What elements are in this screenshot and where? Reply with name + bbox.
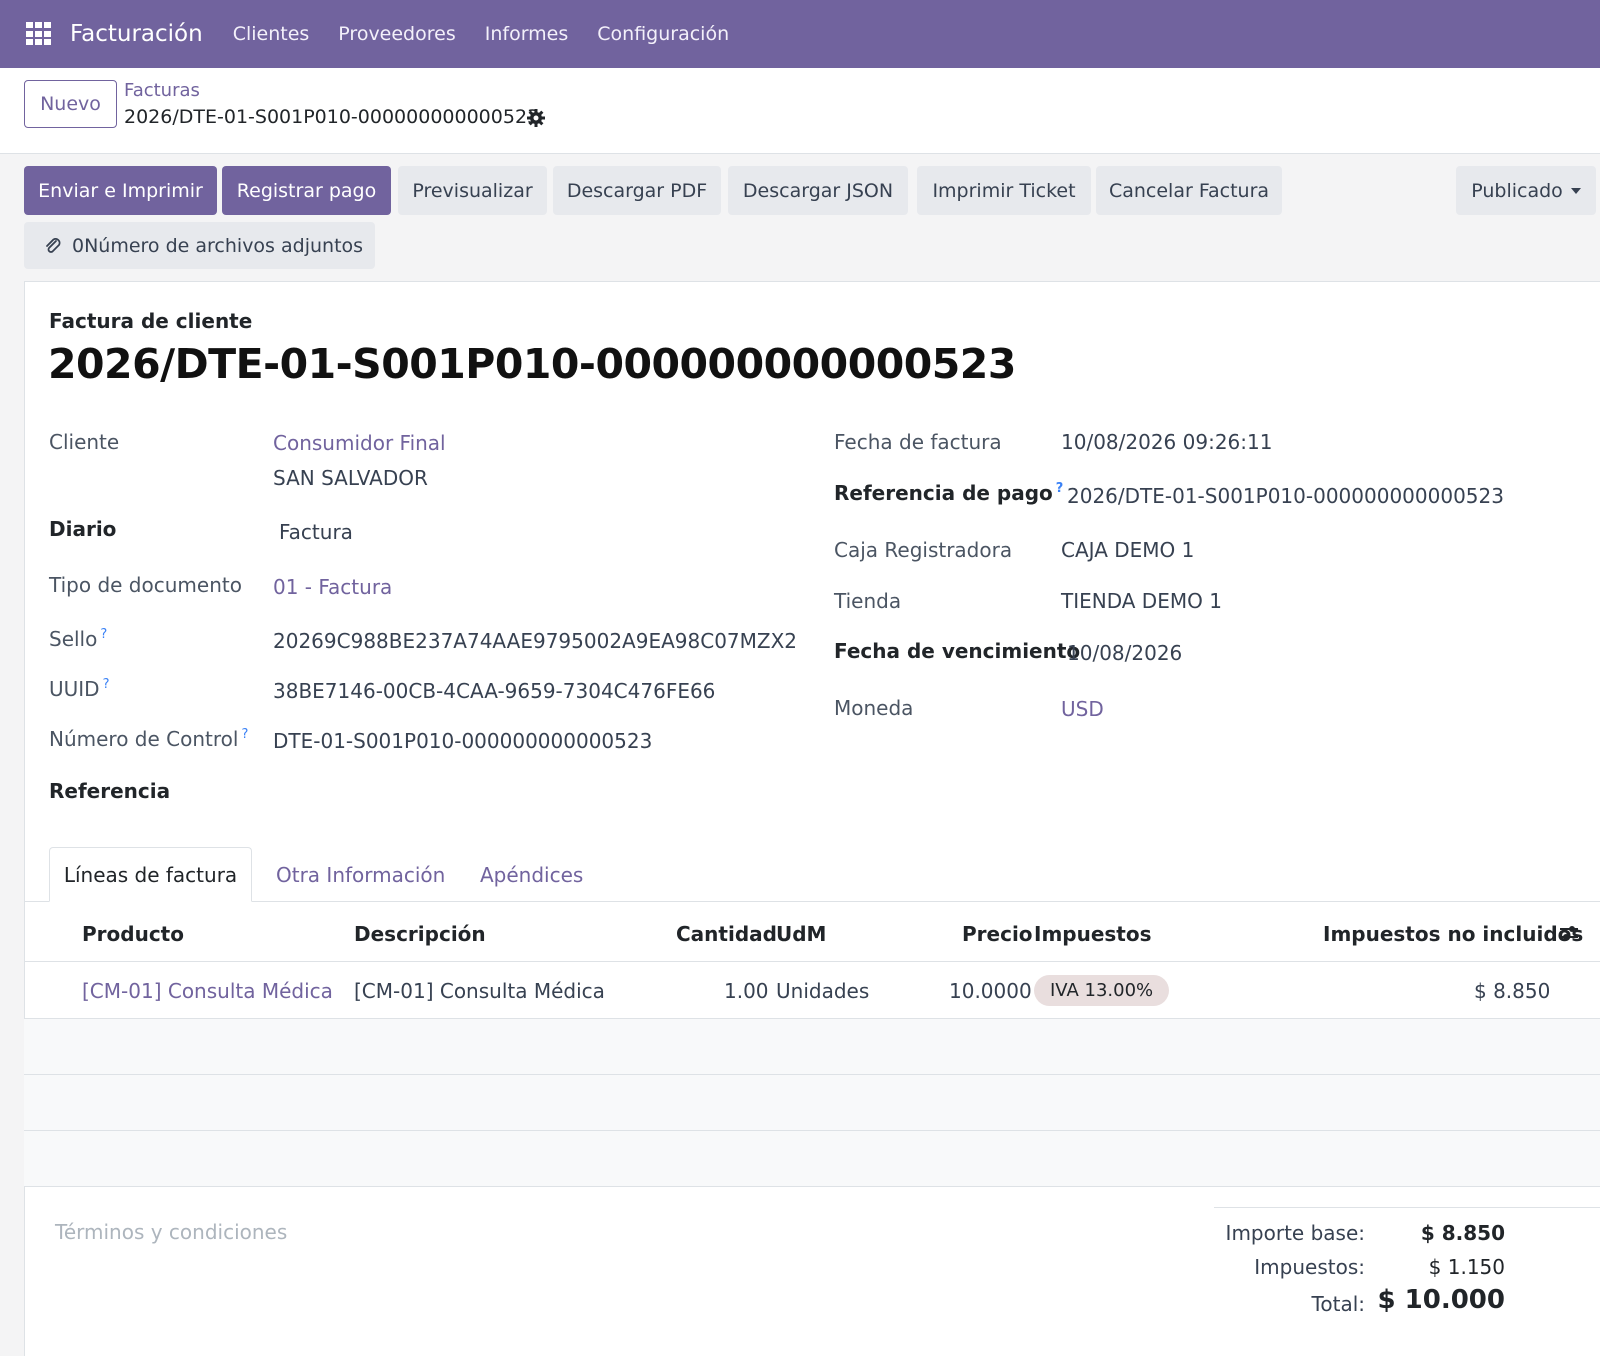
empty-row[interactable] xyxy=(24,1019,1600,1074)
base-amount-value: $ 8.850 xyxy=(1420,1221,1505,1245)
line-subtotal: $ 8.850 xyxy=(1474,979,1551,1003)
total-value: $ 10.000 xyxy=(1377,1285,1505,1315)
send-print-button[interactable]: Enviar e Imprimir xyxy=(24,166,217,215)
page-title: 2026/DTE-01-S001P010-000000000000523 xyxy=(48,340,1016,388)
menu-configuracion[interactable]: Configuración xyxy=(597,23,729,45)
tipo-documento-label: Tipo de documento xyxy=(49,573,242,597)
column-header-descripcion[interactable]: Descripción xyxy=(354,922,486,946)
tax-amount-value: $ 1.150 xyxy=(1428,1255,1505,1279)
line-producto[interactable]: [CM-01] Consulta Médica xyxy=(82,979,333,1003)
optional-columns-icon[interactable] xyxy=(1558,922,1580,944)
menu-informes[interactable]: Informes xyxy=(485,23,569,45)
row-divider xyxy=(24,1186,1600,1187)
caret-down-icon xyxy=(1570,187,1581,194)
status-label: Publicado xyxy=(1471,179,1563,202)
breadcrumb-parent[interactable]: Facturas xyxy=(124,80,200,101)
gear-icon[interactable] xyxy=(526,108,546,128)
fecha-vencimiento-label: Fecha de vencimiento xyxy=(834,639,1081,663)
print-ticket-button[interactable]: Imprimir Ticket xyxy=(917,166,1091,215)
attachments-label: 0Número de archivos adjuntos xyxy=(72,234,364,257)
cliente-label: Cliente xyxy=(49,430,120,454)
referencia-pago-label: Referencia de pago? xyxy=(834,481,1064,505)
top-navbar: Facturación Clientes Proveedores Informe… xyxy=(0,0,1600,68)
referencia-pago-field[interactable]: 2026/DTE-01-S001P010-000000000000523 xyxy=(1067,484,1504,508)
tabs-divider xyxy=(24,901,1600,902)
control-panel: Nuevo Facturas 2026/DTE-01-S001P010-0000… xyxy=(0,68,1600,154)
totals-divider xyxy=(1214,1207,1600,1208)
numero-control-label: Número de Control? xyxy=(49,727,249,751)
tab-lineas-factura[interactable]: Líneas de factura xyxy=(49,847,252,902)
new-button[interactable]: Nuevo xyxy=(24,80,117,128)
moneda-label: Moneda xyxy=(834,696,914,720)
column-header-impuestos[interactable]: Impuestos xyxy=(1034,922,1152,946)
tab-apendices[interactable]: Apéndices xyxy=(480,847,583,902)
tab-otra-informacion[interactable]: Otra Información xyxy=(276,847,445,902)
help-icon[interactable]: ? xyxy=(1056,481,1064,496)
column-header-producto[interactable]: Producto xyxy=(82,922,184,946)
line-udm[interactable]: Unidades xyxy=(776,979,869,1003)
caja-registradora-field[interactable]: CAJA DEMO 1 xyxy=(1061,538,1194,562)
tax-badge[interactable]: IVA 13.00% xyxy=(1034,975,1170,1006)
fecha-vencimiento-field[interactable]: 10/08/2026 xyxy=(1067,641,1182,665)
caja-registradora-label: Caja Registradora xyxy=(834,538,1013,562)
empty-row[interactable] xyxy=(24,1075,1600,1130)
preview-button[interactable]: Previsualizar xyxy=(398,166,547,215)
sello-field: 20269C988BE237A74AAE9795002A9EA98C07MZX2 xyxy=(273,629,798,653)
numero-control-field: DTE-01-S001P010-000000000000523 xyxy=(273,729,653,753)
base-amount-label: Importe base: xyxy=(1225,1221,1365,1245)
column-header-subtotal[interactable]: Impuestos no incluidos xyxy=(1323,922,1583,946)
fecha-factura-field[interactable]: 10/08/2026 09:26:11 xyxy=(1061,430,1272,454)
attachments-button[interactable]: 0Número de archivos adjuntos xyxy=(24,222,375,269)
terms-conditions-field[interactable]: Términos y condiciones xyxy=(55,1220,287,1244)
uuid-field: 38BE7146-00CB-4CAA-9659-7304C476FE66 xyxy=(273,679,716,703)
diario-field[interactable]: Factura xyxy=(279,520,353,544)
tax-amount-label: Impuestos: xyxy=(1254,1255,1365,1279)
help-icon[interactable]: ? xyxy=(100,627,107,642)
diario-label: Diario xyxy=(49,517,117,541)
app-name[interactable]: Facturación xyxy=(70,21,203,47)
tienda-field[interactable]: TIENDA DEMO 1 xyxy=(1061,589,1222,613)
empty-row[interactable] xyxy=(24,1131,1600,1186)
cancel-invoice-button[interactable]: Cancelar Factura xyxy=(1096,166,1282,215)
help-icon[interactable]: ? xyxy=(103,677,110,692)
sello-label: Sello? xyxy=(49,627,108,651)
column-header-udm[interactable]: UdM xyxy=(776,922,826,946)
uuid-label: UUID? xyxy=(49,677,110,701)
menu-clientes[interactable]: Clientes xyxy=(233,23,310,45)
download-pdf-button[interactable]: Descargar PDF xyxy=(553,166,721,215)
document-type: Factura de cliente xyxy=(49,309,253,333)
paperclip-icon xyxy=(46,237,61,253)
total-label: Total: xyxy=(1311,1292,1365,1316)
line-cantidad[interactable]: 1.00 xyxy=(724,979,769,1003)
cliente-address: SAN SALVADOR xyxy=(273,466,428,490)
tienda-label: Tienda xyxy=(834,589,902,613)
tipo-documento-field[interactable]: 01 - Factura xyxy=(273,575,392,599)
header-divider xyxy=(24,961,1600,962)
fecha-factura-label: Fecha de factura xyxy=(834,430,1002,454)
column-header-precio[interactable]: Precio xyxy=(962,922,1033,946)
help-icon[interactable]: ? xyxy=(241,727,248,742)
cliente-field[interactable]: Consumidor Final xyxy=(273,431,446,455)
line-precio[interactable]: 10.0000 xyxy=(949,979,1032,1003)
referencia-label: Referencia xyxy=(49,779,171,803)
breadcrumb-current: 2026/DTE-01-S001P010-000000000000523 xyxy=(124,106,540,128)
apps-menu-icon[interactable] xyxy=(26,22,52,46)
menu-proveedores[interactable]: Proveedores xyxy=(338,23,455,45)
status-dropdown[interactable]: Publicado xyxy=(1456,166,1596,215)
moneda-field[interactable]: USD xyxy=(1061,697,1104,721)
register-payment-button[interactable]: Registrar pago xyxy=(222,166,391,215)
form-sheet xyxy=(24,281,1600,1356)
column-header-cantidad[interactable]: Cantidad xyxy=(676,922,777,946)
download-json-button[interactable]: Descargar JSON xyxy=(728,166,908,215)
line-descripcion[interactable]: [CM-01] Consulta Médica xyxy=(354,979,605,1003)
